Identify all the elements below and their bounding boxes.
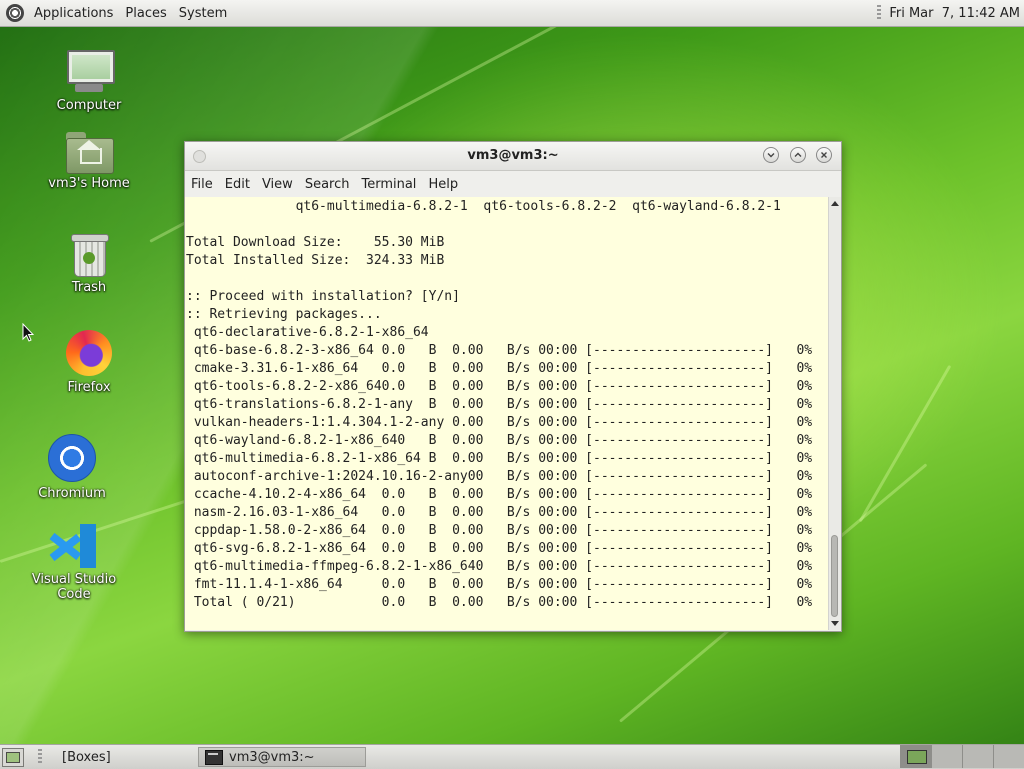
- workspace-1[interactable]: [900, 745, 931, 768]
- trash-icon: [71, 234, 109, 277]
- desktop-icon-chromium[interactable]: Chromium: [22, 434, 122, 501]
- scrollbar-thumb[interactable]: [831, 535, 838, 617]
- taskbar-item-label: vm3@vm3:~: [229, 749, 315, 765]
- close-button[interactable]: [816, 147, 832, 163]
- vscode-icon: [49, 524, 96, 568]
- chromium-icon: [48, 434, 96, 482]
- workspace-3[interactable]: [962, 745, 993, 768]
- desktop-icon-vscode[interactable]: Visual Studio Code: [14, 524, 134, 602]
- terminal-line: ccache-4.10.2-4-x86_64 0.0 B 0.00 B/s 00…: [186, 487, 813, 502]
- terminal-menubar: File Edit View Search Terminal Help: [185, 171, 841, 197]
- desktop-icon-label: Visual Studio Code: [31, 572, 117, 602]
- maximize-button[interactable]: [790, 147, 806, 163]
- close-icon: [821, 152, 827, 158]
- desktop-icon-label: Trash: [71, 280, 107, 295]
- home-folder-icon: [66, 132, 114, 174]
- terminal-icon: [205, 749, 223, 765]
- desktop-icon-label: vm3's Home: [48, 176, 130, 191]
- scroll-down-icon[interactable]: [831, 621, 839, 626]
- terminal-scrollbar[interactable]: [828, 197, 841, 630]
- terminal-line: nasm-2.16.03-1-x86_64 0.0 B 0.00 B/s 00:…: [186, 505, 813, 520]
- desktop-icon-label: Computer: [56, 98, 122, 113]
- terminal-line: qt6-translations-6.8.2-1-any B 0.00 B/s …: [186, 397, 813, 412]
- terminal-line: fmt-11.1.4-1-x86_64 0.0 B 0.00 B/s 00:00…: [186, 577, 813, 592]
- terminal-line: qt6-declarative-6.8.2-1-x86_64: [186, 325, 429, 340]
- chevron-up-icon: [794, 152, 802, 157]
- terminal-line: autoconf-archive-1:2024.10.16-2-any00 B/…: [186, 469, 813, 484]
- menu-search[interactable]: Search: [299, 177, 356, 192]
- top-panel: Applications Places System Fri Mar 7, 11…: [0, 0, 1024, 27]
- menu-terminal[interactable]: Terminal: [355, 177, 422, 192]
- panel-handle-icon[interactable]: [38, 749, 42, 765]
- terminal-line: Total Download Size: 55.30 MiB: [186, 235, 445, 250]
- desktop-icon-home[interactable]: vm3's Home: [39, 132, 139, 191]
- desktop-icon-label: Firefox: [67, 380, 111, 395]
- terminal-line: qt6-multimedia-6.8.2-1-x86_64 B 0.00 B/s…: [186, 451, 813, 466]
- taskbar-item-label: [Boxes]: [62, 749, 111, 765]
- terminal-line: vulkan-headers-1:1.4.304.1-2-any 0.00 B/…: [186, 415, 813, 430]
- workspace-4[interactable]: [993, 745, 1024, 768]
- clock-area: Fri Mar 7, 11:42 AM: [877, 0, 1020, 26]
- chevron-down-icon: [767, 153, 775, 158]
- terminal-window: vm3@vm3:~ File Edit View Search Terminal…: [184, 141, 842, 632]
- terminal-line: qt6-tools-6.8.2-2-x86_640.0 B 0.00 B/s 0…: [186, 379, 813, 394]
- desktop-icon-firefox[interactable]: Firefox: [39, 330, 139, 395]
- clock[interactable]: Fri Mar 7, 11:42 AM: [889, 6, 1020, 21]
- desktop-icon-trash[interactable]: Trash: [39, 234, 139, 295]
- terminal-line: qt6-multimedia-ffmpeg-6.8.2-1-x86_640 B/…: [186, 559, 813, 574]
- taskbar-item-boxes[interactable]: [Boxes]: [46, 747, 196, 767]
- bottom-panel: [Boxes] vm3@vm3:~: [0, 744, 1024, 769]
- scroll-up-icon[interactable]: [831, 201, 839, 206]
- wallpaper-leaf-vein: [858, 364, 952, 523]
- terminal-line: :: Retrieving packages...: [186, 307, 382, 322]
- distro-logo-icon[interactable]: [6, 4, 24, 22]
- menu-file[interactable]: File: [185, 177, 219, 192]
- menu-help[interactable]: Help: [422, 177, 464, 192]
- applications-menu[interactable]: Applications: [28, 6, 119, 21]
- desktop-icon-computer[interactable]: Computer: [39, 50, 139, 113]
- workspace-switcher: [900, 745, 1024, 769]
- firefox-icon: [66, 330, 112, 376]
- mouse-pointer-icon: [22, 322, 35, 343]
- terminal-line: qt6-wayland-6.8.2-1-x86_640 B 0.00 B/s 0…: [186, 433, 813, 448]
- terminal-line: Total Installed Size: 324.33 MiB: [186, 253, 445, 268]
- places-menu[interactable]: Places: [119, 6, 172, 21]
- panel-handle-icon[interactable]: [877, 5, 882, 21]
- terminal-line: qt6-base-6.8.2-3-x86_64 0.0 B 0.00 B/s 0…: [186, 343, 813, 358]
- system-menu[interactable]: System: [173, 6, 233, 21]
- window-title: vm3@vm3:~: [467, 148, 559, 163]
- window-titlebar[interactable]: vm3@vm3:~: [185, 142, 841, 171]
- terminal-output[interactable]: qt6-multimedia-6.8.2-1 qt6-tools-6.8.2-2…: [185, 197, 828, 630]
- menu-view[interactable]: View: [256, 177, 299, 192]
- terminal-line: cppdap-1.58.0-2-x86_64 0.0 B 0.00 B/s 00…: [186, 523, 813, 538]
- minimize-button[interactable]: [763, 147, 779, 163]
- terminal-line: qt6-multimedia-6.8.2-1 qt6-tools-6.8.2-2…: [186, 199, 781, 214]
- terminal-text: qt6-multimedia-6.8.2-1 qt6-tools-6.8.2-2…: [185, 197, 828, 612]
- desktop-icon-label: Chromium: [38, 486, 106, 501]
- workspace-2[interactable]: [931, 745, 962, 768]
- computer-icon: [65, 50, 115, 94]
- show-desktop-button[interactable]: [2, 748, 24, 767]
- taskbar-item-terminal[interactable]: vm3@vm3:~: [198, 747, 366, 767]
- terminal-line: qt6-svg-6.8.2-1-x86_64 0.0 B 0.00 B/s 00…: [186, 541, 813, 556]
- terminal-line: :: Proceed with installation? [Y/n]: [186, 289, 460, 304]
- terminal-line: cmake-3.31.6-1-x86_64 0.0 B 0.00 B/s 00:…: [186, 361, 813, 376]
- menu-edit[interactable]: Edit: [219, 177, 256, 192]
- terminal-line: Total ( 0/21) 0.0 B 0.00 B/s 00:00 [----…: [186, 595, 813, 610]
